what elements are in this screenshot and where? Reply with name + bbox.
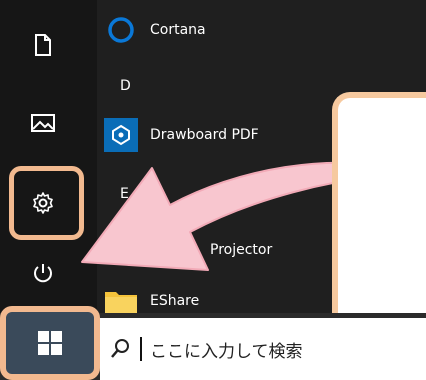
text-caret: [140, 337, 142, 361]
search-placeholder: ここに入力して検索: [150, 341, 303, 362]
search-icon: [111, 339, 129, 358]
start-menu: Cortana D Drawboard PDF E Projector ESha…: [0, 0, 426, 380]
windows-logo-icon: [38, 331, 62, 355]
start-button[interactable]: [0, 306, 100, 380]
search-box[interactable]: ここに入力して検索: [100, 318, 426, 380]
